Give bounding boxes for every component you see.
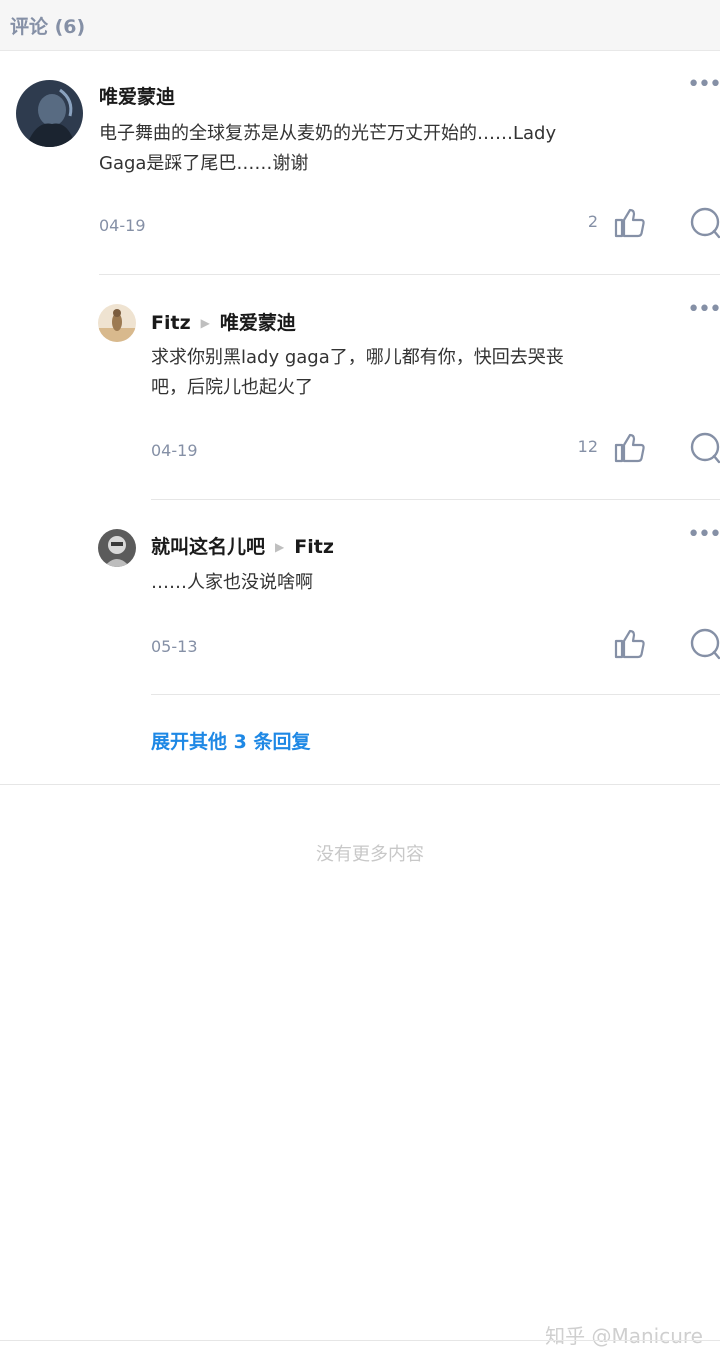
divider <box>0 1340 720 1341</box>
thumbs-up-icon[interactable] <box>612 627 646 661</box>
comment-author[interactable]: 唯爱蒙迪 <box>99 82 175 109</box>
more-dots-icon[interactable]: ••• <box>687 297 720 322</box>
reply-item: 就叫这名儿吧 ▶ Fitz ••• ……人家也没说啥啊 05-13 <box>0 500 720 695</box>
expand-replies-link[interactable]: 展开其他 3 条回复 <box>151 727 310 754</box>
content-line: ……人家也没说啥啊 <box>151 572 313 593</box>
comment-content: 电子舞曲的全球复苏是从麦奶的光芒万丈开始的……Lady Gaga是踩了尾巴……谢… <box>99 119 709 179</box>
comment-date: 04-19 <box>99 216 146 235</box>
content-line: 电子舞曲的全球复苏是从麦奶的光芒万丈开始的……Lady <box>99 123 557 144</box>
divider <box>151 694 720 695</box>
comments-count-title: 评论 (6) <box>10 16 86 38</box>
comment-content: 求求你别黑lady gaga了，哪儿都有你，快回去哭丧 吧，后院儿也起火了 <box>151 343 711 403</box>
comment-author[interactable]: 就叫这名儿吧 ▶ Fitz <box>151 532 334 559</box>
author-name[interactable]: 就叫这名儿吧 <box>151 536 265 558</box>
avatar[interactable] <box>16 80 83 147</box>
no-more-content-text: 没有更多内容 <box>316 844 424 865</box>
comment-bubble-icon[interactable] <box>688 206 720 240</box>
watermark: 知乎 @Manicure <box>545 1324 703 1348</box>
comment-bubble-icon[interactable] <box>688 431 720 465</box>
thumbs-up-icon[interactable] <box>612 431 646 465</box>
content-line: Gaga是踩了尾巴……谢谢 <box>99 153 309 174</box>
more-dots-icon[interactable]: ••• <box>687 522 720 547</box>
like-count: 2 <box>587 212 598 231</box>
thumbs-up-icon[interactable] <box>612 206 646 240</box>
divider <box>0 784 720 785</box>
comment-bubble-icon[interactable] <box>688 627 720 661</box>
comment-item: 唯爱蒙迪 ••• 电子舞曲的全球复苏是从麦奶的光芒万丈开始的……Lady Gag… <box>0 50 720 275</box>
content-line: 求求你别黑lady gaga了，哪儿都有你，快回去哭丧 <box>151 347 564 368</box>
comment-author[interactable]: Fitz ▶ 唯爱蒙迪 <box>151 308 296 335</box>
author-name[interactable]: Fitz <box>151 312 191 334</box>
avatar[interactable] <box>98 304 136 342</box>
reply-to-name[interactable]: Fitz <box>294 536 334 558</box>
reply-to-name[interactable]: 唯爱蒙迪 <box>220 312 296 334</box>
author-name[interactable]: 唯爱蒙迪 <box>99 86 175 108</box>
comment-content: ……人家也没说啥啊 <box>151 568 711 598</box>
more-dots-icon[interactable]: ••• <box>687 72 720 97</box>
avatar[interactable] <box>98 529 136 567</box>
reply-arrow-icon: ▶ <box>275 540 285 554</box>
comment-date: 05-13 <box>151 637 198 656</box>
like-count: 12 <box>577 437 598 456</box>
comments-header: 评论 (6) <box>0 0 720 51</box>
comment-date: 04-19 <box>151 441 198 460</box>
reply-arrow-icon: ▶ <box>200 316 210 330</box>
content-line: 吧，后院儿也起火了 <box>151 377 313 398</box>
reply-item: Fitz ▶ 唯爱蒙迪 ••• 求求你别黑lady gaga了，哪儿都有你，快回去哭… <box>0 275 720 500</box>
